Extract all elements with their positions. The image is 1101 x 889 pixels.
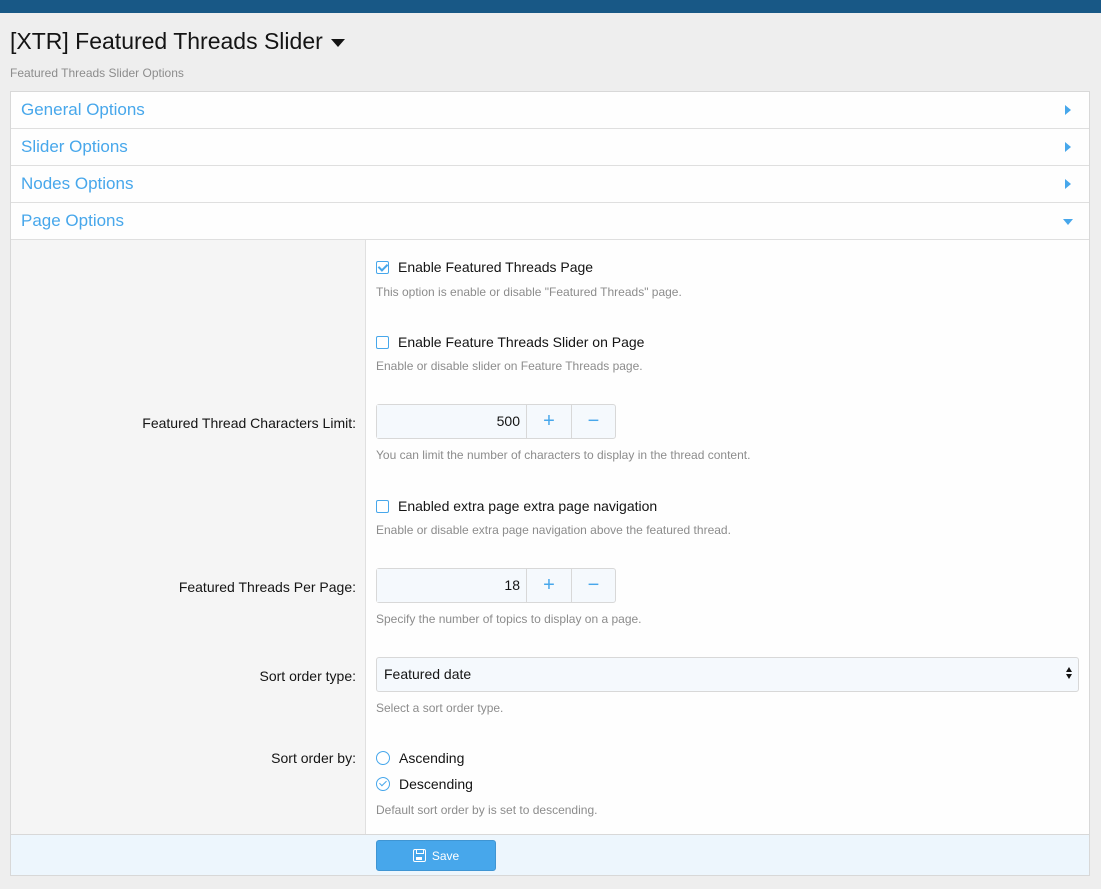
extra-nav-checkbox[interactable]: Enabled extra page extra page navigation <box>376 498 657 514</box>
select-arrows-icon <box>1066 667 1072 679</box>
per-page-stepper[interactable]: 18 + − <box>376 568 616 603</box>
char-limit-label: Featured Thread Characters Limit: <box>142 415 356 431</box>
sort-type-label: Sort order type: <box>259 668 357 684</box>
page-title-text: [XTR] Featured Threads Slider <box>10 28 323 54</box>
save-button[interactable]: Save <box>376 840 496 871</box>
sort-by-label: Sort order by: <box>271 750 356 766</box>
hint-text: Specify the number of topics to display … <box>376 612 642 626</box>
caret-right-icon <box>1065 105 1071 115</box>
form-footer: Save <box>11 834 1089 875</box>
char-limit-input[interactable]: 500 <box>377 405 527 438</box>
caret-right-icon <box>1065 142 1071 152</box>
checkbox-icon[interactable] <box>376 499 389 513</box>
hint-text: Enable or disable slider on Feature Thre… <box>376 359 643 373</box>
section-label: Slider Options <box>21 137 128 156</box>
radio-checked-icon[interactable] <box>376 777 390 791</box>
checkbox-icon[interactable] <box>376 335 389 349</box>
checkbox-checked-icon[interactable] <box>376 260 389 274</box>
label-column <box>11 240 366 834</box>
radio-descending[interactable]: Descending <box>376 776 473 792</box>
hint-text: Select a sort order type. <box>376 701 504 715</box>
radio-ascending[interactable]: Ascending <box>376 750 464 766</box>
checkbox-label: Enable Featured Threads Page <box>398 259 594 275</box>
page-description: Featured Threads Slider Options <box>10 66 184 80</box>
minus-icon[interactable]: − <box>571 569 615 602</box>
checkbox-label: Enable Feature Threads Slider on Page <box>398 334 645 350</box>
save-icon <box>412 849 426 862</box>
caret-right-icon <box>1065 179 1071 189</box>
section-label: Page Options <box>21 211 125 230</box>
plus-icon[interactable]: + <box>527 405 571 438</box>
checkbox-label: Enabled extra page extra page navigation <box>398 498 658 514</box>
section-header-slider[interactable]: Slider Options <box>11 129 1089 166</box>
section-header-nodes[interactable]: Nodes Options <box>11 166 1089 203</box>
section-label: Nodes Options <box>21 174 134 193</box>
radio-label: Ascending <box>399 750 465 766</box>
hint-text: Default sort order by is set to descendi… <box>376 803 598 817</box>
caret-down-icon[interactable] <box>330 38 345 47</box>
char-limit-stepper[interactable]: 500 + − <box>376 404 616 439</box>
hint-text: This option is enable or disable "Featur… <box>376 285 682 299</box>
section-header-general[interactable]: General Options <box>11 92 1089 129</box>
select-value: Featured date <box>384 666 472 682</box>
page-title[interactable]: [XTR] Featured Threads Slider <box>10 28 345 55</box>
radio-icon[interactable] <box>376 751 390 765</box>
plus-icon[interactable]: + <box>527 569 571 602</box>
hint-text: You can limit the number of characters t… <box>376 448 751 462</box>
per-page-input[interactable]: 18 <box>377 569 527 602</box>
top-bar <box>0 0 1101 13</box>
minus-icon[interactable]: − <box>571 405 615 438</box>
section-label: General Options <box>21 100 145 119</box>
save-label: Save <box>431 848 460 863</box>
page-options-form: Enable Featured Threads Page This option… <box>11 240 1089 834</box>
hint-text: Enable or disable extra page navigation … <box>376 523 731 537</box>
caret-down-icon <box>1063 219 1073 225</box>
sort-type-select[interactable]: Featured date <box>376 657 1079 692</box>
per-page-label: Featured Threads Per Page: <box>178 579 356 595</box>
section-header-page[interactable]: Page Options <box>11 203 1089 240</box>
radio-label: Descending <box>399 776 473 792</box>
enable-page-checkbox[interactable]: Enable Featured Threads Page <box>376 259 593 275</box>
enable-slider-checkbox[interactable]: Enable Feature Threads Slider on Page <box>376 334 644 350</box>
options-block: General Options Slider Options Nodes Opt… <box>10 91 1090 876</box>
